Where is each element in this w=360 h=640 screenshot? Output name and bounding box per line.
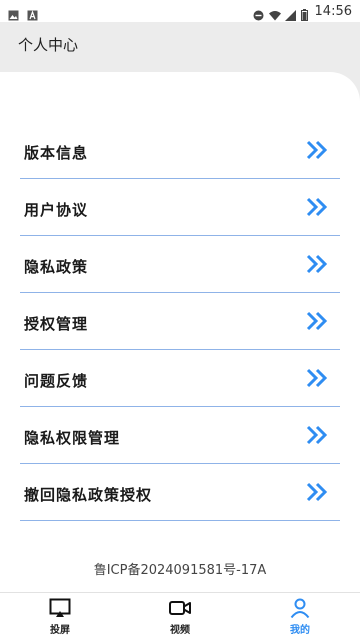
video-camera-icon: [169, 600, 191, 615]
bottom-nav: 投屏 视频 我的: [0, 592, 360, 640]
menu-item-label: 问题反馈: [24, 371, 89, 390]
menu-item-label: 版本信息: [24, 143, 89, 162]
menu-item-label: 撤回隐私政策授权: [24, 485, 153, 504]
double-chevron-right-icon: [306, 311, 328, 331]
icp-license-text: 鲁ICP备2024091581号-17A: [93, 563, 267, 578]
menu-item-user-agreement[interactable]: 用户协议: [20, 179, 340, 236]
double-chevron-right-icon: [306, 197, 328, 217]
menu-item-label: 隐私权限管理: [24, 428, 121, 447]
double-chevron-right-icon: [306, 425, 328, 445]
page-title: 个人中心: [18, 36, 79, 54]
menu-item-feedback[interactable]: 问题反馈: [20, 350, 340, 407]
nav-tab-mine[interactable]: 我的: [240, 593, 360, 640]
nav-tab-screen-cast[interactable]: 投屏: [0, 593, 120, 640]
double-chevron-right-icon: [306, 368, 328, 388]
nav-label: 视频: [170, 624, 190, 636]
a-notification-icon: [27, 6, 38, 20]
status-left: [8, 6, 38, 20]
signal-icon: [284, 6, 296, 21]
menu-item-version-info[interactable]: 版本信息: [20, 122, 340, 179]
battery-icon: [300, 6, 308, 21]
profile-icon: [290, 598, 310, 618]
wifi-icon: [268, 6, 281, 20]
status-time: 14:56: [314, 3, 352, 19]
double-chevron-right-icon: [306, 140, 328, 160]
nav-label: 我的: [290, 624, 310, 636]
image-icon: [8, 6, 19, 20]
double-chevron-right-icon: [306, 254, 328, 274]
screen: 14:56 个人中心 版本信息 用户协议 隐私政策 授权管理 问题反馈 隐私权限…: [0, 0, 360, 640]
nav-tab-video[interactable]: 视频: [120, 593, 240, 640]
nav-label: 投屏: [50, 624, 70, 636]
settings-menu: 版本信息 用户协议 隐私政策 授权管理 问题反馈 隐私权限管理 撤回隐私政策授权: [20, 122, 340, 521]
menu-item-label: 用户协议: [24, 200, 89, 219]
menu-item-privacy-permission-management[interactable]: 隐私权限管理: [20, 407, 340, 464]
menu-item-privacy-policy[interactable]: 隐私政策: [20, 236, 340, 293]
menu-item-authorization-management[interactable]: 授权管理: [20, 293, 340, 350]
menu-item-label: 授权管理: [24, 314, 89, 333]
settings-card: 版本信息 用户协议 隐私政策 授权管理 问题反馈 隐私权限管理 撤回隐私政策授权…: [0, 72, 360, 592]
menu-item-revoke-privacy-authorization[interactable]: 撤回隐私政策授权: [20, 464, 340, 521]
screen-cast-icon: [49, 598, 71, 617]
menu-item-label: 隐私政策: [24, 257, 89, 276]
status-right: 14:56: [253, 3, 352, 21]
double-chevron-right-icon: [306, 482, 328, 502]
status-bar: 14:56: [0, 0, 360, 22]
dnd-icon: [253, 6, 264, 20]
